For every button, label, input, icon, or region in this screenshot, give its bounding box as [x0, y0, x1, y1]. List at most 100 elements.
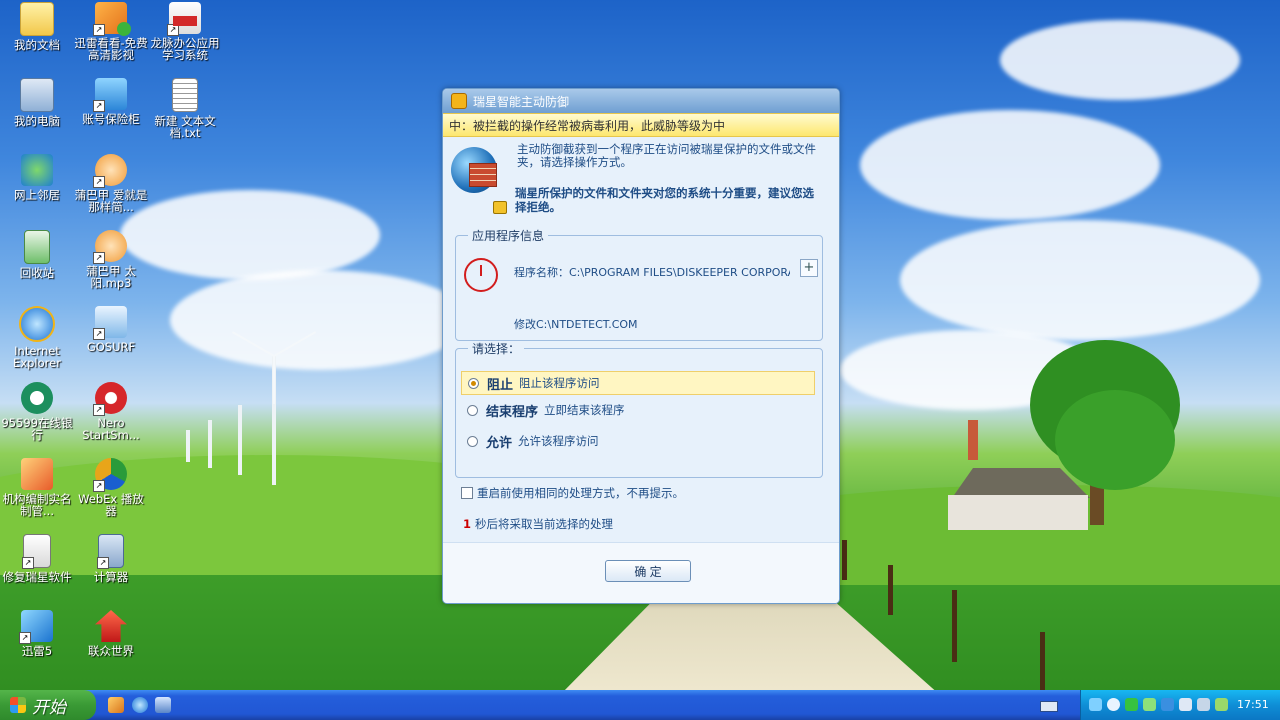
- tray-usb-icon[interactable]: [1197, 698, 1210, 711]
- recycle-bin-icon: [24, 230, 50, 264]
- rising-app-icon: [451, 93, 467, 109]
- lianzhong-icon: [95, 610, 127, 642]
- computer-icon: [20, 78, 54, 112]
- desktop-icon-label: 我的文档: [14, 38, 60, 52]
- webex-player-icon: ↗: [93, 458, 127, 492]
- org-system-icon: [21, 458, 53, 490]
- desktop-icon-recycle-bin[interactable]: 回收站: [0, 230, 74, 279]
- radio-button[interactable]: [467, 404, 478, 416]
- windows-logo-icon: [10, 697, 26, 713]
- app-info-group: 应用程序信息 程序名称：C:\PROGRAM FILES\DISKEEPER C…: [455, 227, 823, 341]
- desktop-icon-label: GOSURF: [86, 340, 136, 354]
- desktop-icon-network[interactable]: 网上邻居: [0, 154, 74, 201]
- option-terminate[interactable]: 结束程序 立即结束该程序: [461, 399, 813, 421]
- network-icon: [21, 154, 53, 186]
- mp3-file-icon: ↗: [93, 230, 127, 264]
- firewall-wall-icon: [469, 163, 497, 187]
- intro-text: 主动防御截获到一个程序正在访问被瑞星保护的文件或文件夹，请选择操作方式。: [517, 142, 816, 169]
- desktop-icon-gosurf[interactable]: ↗ GOSURF: [74, 306, 148, 353]
- tray-network-icon[interactable]: [1089, 698, 1102, 711]
- option-title: 允许: [486, 435, 513, 451]
- desktop-icon-label: Internet Explorer: [13, 344, 61, 370]
- option-block[interactable]: 阻止 阻止该程序访问: [461, 371, 815, 395]
- quicklaunch-app-icon[interactable]: [108, 697, 124, 713]
- desktop-icon-calculator[interactable]: ↗ 计算器: [74, 534, 148, 583]
- keyboard-icon[interactable]: [1040, 701, 1058, 712]
- desktop-icon-my-documents[interactable]: 我的文档: [0, 2, 74, 51]
- nero-icon: ↗: [93, 382, 127, 416]
- desktop-icon-xunlei[interactable]: ↗ 迅雷5: [0, 610, 74, 657]
- threat-level-bar: 中：被拦截的操作经常被病毒利用，此威胁等级为中: [443, 113, 839, 137]
- tray-rising-icon[interactable]: [1107, 698, 1120, 711]
- tray-volume-icon[interactable]: [1179, 698, 1192, 711]
- option-desc: 阻止该程序访问: [519, 376, 600, 390]
- desktop-icon-music-1[interactable]: ↗ 蒲巴甲 爱就是那样简...: [74, 154, 148, 213]
- desktop-icon-label: 龙脉办公应用学习系统: [150, 36, 220, 62]
- desktop-icon-webex[interactable]: ↗ WebEx 播放器: [74, 458, 148, 517]
- option-desc: 允许该程序访问: [518, 434, 599, 448]
- countdown-text: 秒后将采取当前选择的处理: [475, 517, 614, 531]
- option-allow[interactable]: 允许 允许该程序访问: [461, 430, 813, 452]
- dialog-title-bar[interactable]: 瑞星智能主动防御: [443, 89, 839, 113]
- desktop-icon-label: WebEx 播放器: [78, 492, 144, 518]
- start-button[interactable]: 开始: [0, 690, 96, 720]
- desktop-icon-label: 修复瑞星软件: [2, 570, 72, 584]
- desktop-icon-account-safe[interactable]: ↗ 账号保险柜: [74, 78, 148, 125]
- desktop-icon-nero[interactable]: ↗ Nero StartSm...: [74, 382, 148, 441]
- desktop-icon-new-text[interactable]: 新建 文本文档.txt: [148, 78, 222, 139]
- desktop-icon-label: 蒲巴甲 爱就是那样简...: [74, 188, 148, 214]
- desktop-icon-label: 回收站: [19, 266, 55, 280]
- ok-button[interactable]: 确 定: [605, 560, 691, 582]
- desktop-icon-bank[interactable]: 95599在线银行: [0, 382, 74, 441]
- dialog-title: 瑞星智能主动防御: [473, 94, 570, 109]
- gosurf-icon: ↗: [93, 306, 127, 340]
- quicklaunch-ie-icon[interactable]: [132, 697, 148, 713]
- xunlei-kankan-icon: ↗: [93, 2, 131, 36]
- countdown: 1 秒后将采取当前选择的处理: [463, 516, 613, 532]
- music-file-icon: ↗: [93, 154, 127, 188]
- option-title: 阻止: [487, 377, 514, 393]
- desktop-icon-label: Nero StartSm...: [82, 416, 140, 442]
- account-safe-icon: ↗: [93, 78, 127, 112]
- desktop-icon-label: 计算器: [93, 570, 129, 584]
- remember-checkbox[interactable]: [461, 487, 473, 499]
- folder-icon: [20, 2, 54, 36]
- desktop-icon-label: 联众世界: [88, 644, 134, 658]
- recommendation-text: 瑞星所保护的文件和文件夹对您的系统十分重要，建议您选择拒绝。: [515, 186, 814, 214]
- desktop-icon-lianzhong[interactable]: 联众世界: [74, 610, 148, 657]
- desktop-icon-mp3[interactable]: ↗ 蒲巴甲 太阳.mp3: [74, 230, 148, 289]
- office-learning-icon: ↗: [167, 2, 201, 36]
- taskbar: 开始 17:51: [0, 690, 1280, 720]
- option-title: 结束程序: [486, 404, 539, 420]
- tray-misc-icon[interactable]: [1215, 698, 1228, 711]
- tray-clock[interactable]: 17:51: [1237, 698, 1269, 711]
- app-info-legend: 应用程序信息: [472, 229, 545, 243]
- option-desc: 立即结束该程序: [544, 403, 625, 417]
- desktop-icon-my-computer[interactable]: 我的电脑: [0, 78, 74, 127]
- xunlei-icon: ↗: [19, 610, 53, 644]
- modify-target: 修改C:\NTDETECT.COM: [514, 318, 638, 331]
- radio-button[interactable]: [468, 377, 479, 389]
- remember-label[interactable]: 重启前使用相同的处理方式，不再提示。: [477, 485, 684, 501]
- dialog-footer: 确 定: [443, 542, 839, 603]
- desktop-icon-repair-rising[interactable]: ↗ 修复瑞星软件: [0, 534, 74, 583]
- desktop-icon-label: 迅雷看看-免费高清影视: [74, 36, 148, 62]
- choose-legend: 请选择：: [472, 342, 521, 356]
- desktop-icon-label: 我的电脑: [14, 114, 60, 128]
- desktop-icon-label: 迅雷5: [21, 644, 53, 658]
- tray-blue-icon[interactable]: [1161, 698, 1174, 711]
- radio-button[interactable]: [467, 435, 478, 447]
- action-choice-group: 请选择： 阻止 阻止该程序访问 结束程序 立即结束该程序 允许 允许该程序访问: [455, 340, 823, 478]
- desktop-icon-label: 新建 文本文档.txt: [154, 114, 216, 140]
- tray-green-icon[interactable]: [1143, 698, 1156, 711]
- desktop-icon-office-learning[interactable]: ↗ 龙脉办公应用学习系统: [148, 2, 222, 61]
- quicklaunch-show-desktop-icon[interactable]: [155, 697, 171, 713]
- desktop-icon-label: 账号保险柜: [82, 112, 140, 126]
- desktop-icon-xunlei-kankan[interactable]: ↗ 迅雷看看-免费高清影视: [74, 2, 148, 61]
- tray-shield-icon[interactable]: [1125, 698, 1138, 711]
- expand-button[interactable]: +: [800, 259, 818, 277]
- desktop-icon-ie[interactable]: Internet Explorer: [0, 306, 74, 369]
- desktop-icon-org-system[interactable]: 机构编制实名制管...: [0, 458, 74, 517]
- desktop-icon-label: 机构编制实名制管...: [2, 492, 72, 518]
- countdown-number: 1: [463, 517, 472, 531]
